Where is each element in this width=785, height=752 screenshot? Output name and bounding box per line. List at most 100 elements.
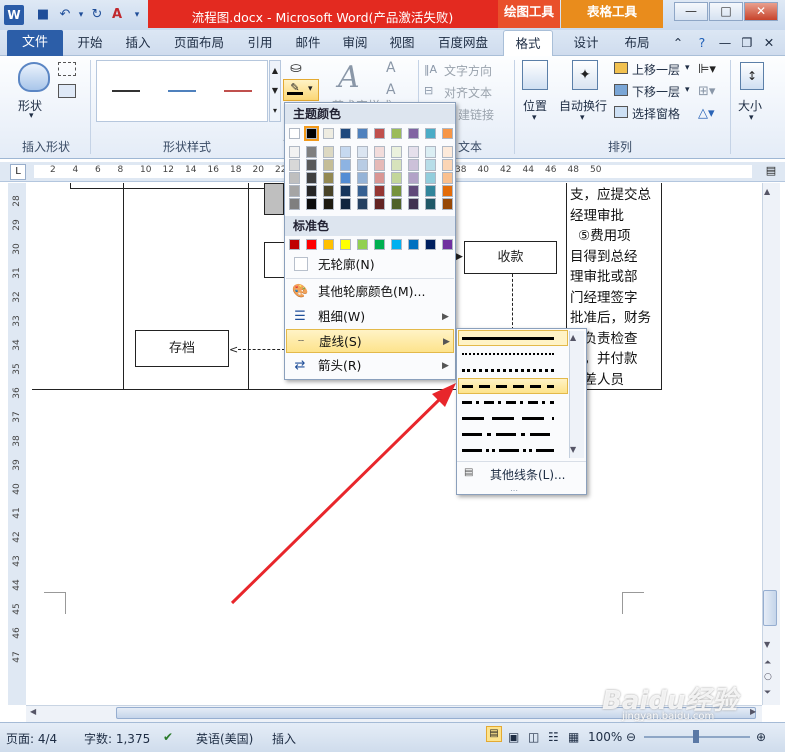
print-layout-view-icon[interactable]: ▤ — [486, 726, 502, 742]
theme-shade-swatch[interactable] — [323, 159, 334, 171]
theme-color-swatch[interactable] — [289, 128, 300, 139]
draft-view-icon[interactable]: ▦ — [568, 730, 579, 744]
theme-color-swatch[interactable] — [374, 128, 385, 139]
theme-shade-swatch[interactable] — [306, 159, 317, 171]
theme-shade-swatch[interactable] — [408, 172, 419, 184]
proofing-icon[interactable]: ✔ — [163, 730, 173, 744]
theme-shade-swatch[interactable] — [340, 185, 351, 197]
theme-shade-swatch[interactable] — [323, 172, 334, 184]
dashes-item[interactable]: ┄ 虚线(S) ▶ — [286, 329, 454, 353]
standard-color-swatch[interactable] — [425, 239, 436, 250]
language-indicator[interactable]: 英语(美国) — [196, 730, 253, 747]
theme-shade-swatch[interactable] — [391, 159, 402, 171]
previous-page-icon[interactable]: ⏶ — [764, 658, 771, 668]
theme-shade-swatch[interactable] — [391, 185, 402, 197]
scroll-up-icon[interactable]: ▲ — [764, 187, 770, 196]
theme-shade-swatch[interactable] — [442, 159, 453, 171]
theme-shade-swatch[interactable] — [289, 146, 300, 158]
standard-color-swatch[interactable] — [357, 239, 368, 250]
standard-color-swatch[interactable] — [374, 239, 385, 250]
browse-object-icon[interactable]: ○ — [764, 672, 772, 682]
theme-shade-swatch[interactable] — [374, 198, 385, 210]
theme-color-swatch[interactable] — [391, 128, 402, 139]
theme-shade-swatch[interactable] — [425, 146, 436, 158]
theme-shade-swatch[interactable] — [391, 198, 402, 210]
theme-shade-swatch[interactable] — [340, 198, 351, 210]
theme-shade-swatch[interactable] — [442, 185, 453, 197]
theme-color-swatch[interactable] — [340, 128, 351, 139]
theme-shade-swatch[interactable] — [391, 146, 402, 158]
more-lines-item[interactable]: 其他线条(L)... — [490, 466, 566, 483]
weight-item[interactable]: ☰ 粗细(W) ▶ — [286, 305, 454, 329]
theme-shade-swatch[interactable] — [289, 172, 300, 184]
theme-shade-swatch[interactable] — [357, 159, 368, 171]
web-layout-view-icon[interactable]: ◫ — [528, 730, 539, 744]
zoom-slider-thumb[interactable] — [693, 730, 699, 743]
page-count[interactable]: 页面: 4/4 — [6, 730, 57, 747]
theme-shade-swatch[interactable] — [306, 172, 317, 184]
theme-shade-swatch[interactable] — [374, 172, 385, 184]
theme-shade-swatch[interactable] — [357, 198, 368, 210]
scroll-left-icon[interactable]: ◀ — [30, 707, 36, 716]
theme-color-swatch[interactable] — [425, 128, 436, 139]
theme-shade-swatch[interactable] — [374, 146, 385, 158]
dash-option-long-dash[interactable] — [462, 417, 554, 420]
theme-shade-swatch[interactable] — [289, 198, 300, 210]
theme-shade-swatch[interactable] — [340, 172, 351, 184]
vertical-scrollbar[interactable] — [762, 183, 780, 705]
theme-shade-swatch[interactable] — [425, 172, 436, 184]
outline-view-icon[interactable]: ☷ — [548, 730, 559, 744]
submenu-scrollbar[interactable] — [569, 331, 584, 458]
theme-color-swatch[interactable] — [304, 126, 319, 141]
theme-color-swatch[interactable] — [357, 128, 368, 139]
dash-option-dash-dot[interactable] — [462, 401, 554, 404]
theme-shade-swatch[interactable] — [289, 185, 300, 197]
dash-option-round-dot[interactable] — [462, 353, 554, 355]
standard-color-swatch[interactable] — [289, 239, 300, 250]
theme-shade-swatch[interactable] — [374, 159, 385, 171]
theme-color-swatch[interactable] — [442, 128, 453, 139]
dash-option-long-dash-dot-dot[interactable] — [462, 449, 554, 452]
theme-shade-swatch[interactable] — [442, 198, 453, 210]
theme-shade-swatch[interactable] — [408, 146, 419, 158]
theme-shade-swatch[interactable] — [408, 198, 419, 210]
full-screen-view-icon[interactable]: ▣ — [508, 730, 519, 744]
theme-shade-swatch[interactable] — [323, 185, 334, 197]
standard-color-swatch[interactable] — [323, 239, 334, 250]
theme-color-swatch[interactable] — [323, 128, 334, 139]
theme-shade-swatch[interactable] — [425, 185, 436, 197]
theme-shade-swatch[interactable] — [374, 185, 385, 197]
word-count[interactable]: 字数: 1,375 — [84, 730, 150, 747]
theme-shade-swatch[interactable] — [340, 159, 351, 171]
theme-shade-swatch[interactable] — [442, 146, 453, 158]
theme-shade-swatch[interactable] — [357, 146, 368, 158]
theme-shade-swatch[interactable] — [425, 159, 436, 171]
theme-shade-swatch[interactable] — [340, 146, 351, 158]
theme-shade-swatch[interactable] — [357, 185, 368, 197]
scroll-up-icon[interactable]: ▲ — [570, 333, 576, 342]
standard-color-swatch[interactable] — [306, 239, 317, 250]
theme-color-swatch[interactable] — [408, 128, 419, 139]
theme-shade-swatch[interactable] — [306, 198, 317, 210]
theme-shade-swatch[interactable] — [391, 172, 402, 184]
scrollbar-thumb[interactable] — [763, 590, 777, 626]
dash-option-long-dash-dot[interactable] — [462, 433, 554, 436]
no-outline-item[interactable]: 无轮廓(N) — [286, 253, 454, 277]
scroll-down-icon[interactable]: ▼ — [570, 445, 576, 454]
zoom-in-icon[interactable]: ⊕ — [756, 730, 766, 744]
theme-shade-swatch[interactable] — [323, 146, 334, 158]
theme-shade-swatch[interactable] — [408, 159, 419, 171]
insert-mode[interactable]: 插入 — [272, 730, 296, 747]
scroll-down-icon[interactable]: ▼ — [764, 640, 770, 649]
theme-shade-swatch[interactable] — [408, 185, 419, 197]
resize-grip-icon[interactable]: ⋯ — [510, 486, 518, 495]
theme-shade-swatch[interactable] — [425, 198, 436, 210]
next-page-icon[interactable]: ⏷ — [764, 688, 771, 698]
zoom-out-icon[interactable]: ⊖ — [626, 730, 636, 744]
standard-color-swatch[interactable] — [442, 239, 453, 250]
theme-shade-swatch[interactable] — [289, 159, 300, 171]
standard-color-swatch[interactable] — [408, 239, 419, 250]
theme-shade-swatch[interactable] — [306, 185, 317, 197]
standard-color-swatch[interactable] — [340, 239, 351, 250]
theme-shade-swatch[interactable] — [357, 172, 368, 184]
